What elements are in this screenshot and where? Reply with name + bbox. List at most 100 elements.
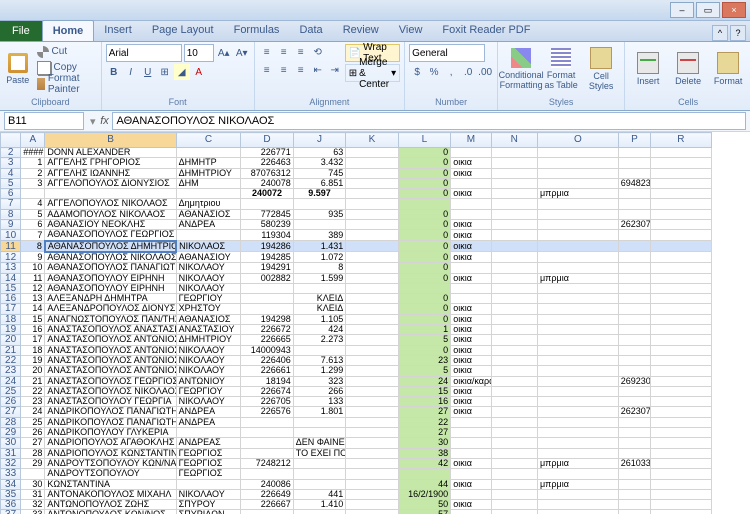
inc-decimal-icon[interactable]: .0 [460, 64, 476, 80]
cell[interactable]: 9 [21, 252, 45, 263]
table-row[interactable]: 2118ΑΝΑΣΤΑΣΟΠΟΥΛΟΣ ΑΝΤΩΝΙΟΣΝΙΚΟΛΑΟΥ14000… [1, 345, 740, 355]
cell[interactable]: 23 [398, 355, 450, 365]
table-row[interactable]: 2421ΑΝΑΣΤΑΣΟΠΟΥΛΟΣ ΓΕΩΡΓΙΟΣΑΝΤΩΝΙΟΥ18194… [1, 376, 740, 386]
cell[interactable]: 0 [398, 209, 450, 219]
fx-icon[interactable]: fx [98, 114, 112, 128]
cell[interactable]: οικια [451, 304, 491, 314]
cell[interactable]: 2623071285 [618, 220, 650, 230]
cell[interactable]: 8 [21, 241, 45, 252]
cell[interactable] [651, 438, 712, 448]
cell[interactable] [346, 397, 398, 407]
cell[interactable] [651, 168, 712, 178]
table-row[interactable]: 96ΑΘΑΝΑΣΙΟΥ ΝΕΟΚΛΗΣΑΝΔΡΕΑ5802390οικια262… [1, 220, 740, 230]
cell[interactable] [618, 479, 650, 489]
cell[interactable] [491, 314, 537, 324]
cell[interactable]: 23 [21, 397, 45, 407]
table-row[interactable]: 2825ΑΝΔΡΙΚΟΠΟΥΛΟΣ ΠΑΝΑΓΙΩΤΗΣΑΝΔΡΕΑ22 [1, 417, 740, 427]
cell[interactable]: ΑΔΑΜΟΠΟΥΛΟΣ ΝΙΚΟΛΑΟΣ [45, 209, 176, 219]
cell[interactable]: ΑΝΤΩΝΟΠΟΥΛΟΣ ΖΩΗΣ [45, 500, 176, 510]
cell[interactable]: οικια [451, 230, 491, 241]
tab-data[interactable]: Data [289, 20, 332, 40]
row-header[interactable]: 3 [1, 158, 21, 168]
cell[interactable]: 441 [293, 489, 345, 499]
cell[interactable] [491, 386, 537, 396]
cell[interactable] [346, 273, 398, 283]
cell[interactable]: ΓΕΩΡΓΙΟΥ [176, 294, 241, 304]
cell[interactable] [491, 469, 537, 479]
cell[interactable]: ΝΙΚΟΛΑΟΥ [176, 345, 241, 355]
cell[interactable] [176, 230, 241, 241]
cell[interactable]: 133 [293, 397, 345, 407]
cell[interactable]: ΑΝΔΡΙΚΟΠΟΥΛΟΣ ΠΑΝΑΓΙΩΤΗΣ [45, 407, 176, 417]
cell[interactable]: ΑΝΔΡΕΑ [176, 407, 241, 417]
cell[interactable] [651, 489, 712, 499]
italic-button[interactable]: I [123, 64, 139, 80]
cell[interactable] [451, 438, 491, 448]
row-header[interactable]: 24 [1, 376, 21, 386]
minimize-ribbon-icon[interactable]: ^ [712, 25, 728, 41]
cell[interactable] [651, 294, 712, 304]
cell[interactable] [538, 417, 619, 427]
table-row[interactable]: 2522ΑΝΑΣΤΑΣΟΠΟΥΛΟΣ ΝΙΚΟΛΑΟΣΓΕΩΡΓΙΟΥ22667… [1, 386, 740, 396]
cell[interactable] [538, 428, 619, 438]
cell[interactable] [651, 458, 712, 468]
cell[interactable]: 6.851 [293, 178, 345, 188]
cell[interactable] [451, 199, 491, 209]
cell[interactable]: ΔΗΜΗΤΡ [176, 158, 241, 168]
cell[interactable] [451, 428, 491, 438]
cell[interactable]: 63 [293, 148, 345, 158]
cell[interactable] [651, 148, 712, 158]
cell[interactable]: 580239 [241, 220, 293, 230]
cell[interactable]: ΓΕΩΡΓΙΟΣ [176, 458, 241, 468]
merge-center-button[interactable]: ⊞Merge & Center▾ [345, 64, 400, 82]
cell[interactable]: ΚΩΝΣΤΑΝΤΙΝΑ [45, 479, 176, 489]
cell[interactable]: μπρμια [538, 458, 619, 468]
table-row[interactable]: 2219ΑΝΑΣΤΑΣΟΠΟΥΛΟΣ ΑΝΤΩΝΙΟΣΝΙΚΟΛΑΟΥ22640… [1, 355, 740, 365]
table-row[interactable]: 62400729.5970οικιαμπρμια [1, 189, 740, 199]
cell[interactable]: οικια [451, 500, 491, 510]
row-header[interactable]: 8 [1, 209, 21, 219]
cell[interactable]: 31 [21, 489, 45, 499]
cell[interactable]: ΑΝΔΡΟΥΤΣΟΠΟΥΛΟΥ [45, 469, 176, 479]
row-header[interactable]: 26 [1, 397, 21, 407]
row-header[interactable]: 36 [1, 500, 21, 510]
cell[interactable] [293, 510, 345, 514]
cell[interactable] [491, 241, 537, 252]
table-row[interactable]: 85ΑΔΑΜΟΠΟΥΛΟΣ ΝΙΚΟΛΑΟΣΑΘΑΝΑΣΙΟΣ772845935… [1, 209, 740, 219]
table-row[interactable]: 2320ΑΝΑΣΤΑΣΟΠΟΥΛΟΣ ΑΝΤΩΝΙΟΣΝΙΚΟΛΑΟΥ22666… [1, 366, 740, 376]
cell[interactable] [618, 283, 650, 293]
cell[interactable] [241, 304, 293, 314]
cell[interactable] [491, 158, 537, 168]
cell[interactable] [618, 273, 650, 283]
cell[interactable] [538, 407, 619, 417]
cell[interactable]: #### [21, 148, 45, 158]
cell[interactable]: οικια [451, 458, 491, 468]
cell[interactable]: 2 [21, 168, 45, 178]
cell[interactable] [451, 283, 491, 293]
cell[interactable] [451, 178, 491, 188]
cell[interactable] [346, 489, 398, 499]
cell[interactable] [346, 500, 398, 510]
font-name-combo[interactable]: Arial [106, 44, 182, 62]
align-center-icon[interactable]: ≡ [276, 62, 292, 78]
cell[interactable]: 6948230676 [618, 178, 650, 188]
cell[interactable]: 226705 [241, 397, 293, 407]
cell[interactable] [651, 417, 712, 427]
table-row[interactable]: 1613ΑΛΕΞΑΝΔΡΗ ΔΗΜΗΤΡΑΓΕΩΡΓΙΟΥΚΛΕΙΔ0 [1, 294, 740, 304]
cell[interactable]: ΓΕΩΡΓΙΟΥ [176, 386, 241, 396]
cell[interactable]: 22 [21, 386, 45, 396]
cell[interactable]: οικια [451, 158, 491, 168]
cell[interactable]: 22 [398, 417, 450, 427]
row-header[interactable]: 25 [1, 386, 21, 396]
cell[interactable]: ΝΙΚΟΛΑΟΥ [176, 366, 241, 376]
table-row[interactable]: 2724ΑΝΔΡΙΚΟΠΟΥΛΟΣ ΠΑΝΑΓΙΩΤΗΣΑΝΔΡΕΑ226576… [1, 407, 740, 417]
cell[interactable] [398, 283, 450, 293]
table-row[interactable]: 1310ΑΘΑΝΑΣΟΠΟΥΛΟΣ ΠΑΝΑΓΙΩΤΗΣΝΙΚΟΛΑΟΥ1942… [1, 263, 740, 273]
cell[interactable]: 7.613 [293, 355, 345, 365]
cell[interactable] [651, 397, 712, 407]
cell[interactable]: ΑΘΑΝΑΣΟΠΟΥΛΟΣ ΓΕΩΡΓΙΟΣ [45, 230, 176, 241]
align-middle-icon[interactable]: ≡ [276, 44, 292, 60]
cell[interactable]: ΑΝΔΡΙΟΠΟΥΛΟΣ ΚΩΝΣΤΑΝΤΙΝΟΣ [45, 448, 176, 458]
cell[interactable] [651, 178, 712, 188]
indent-inc-icon[interactable]: ⇥ [327, 62, 343, 78]
